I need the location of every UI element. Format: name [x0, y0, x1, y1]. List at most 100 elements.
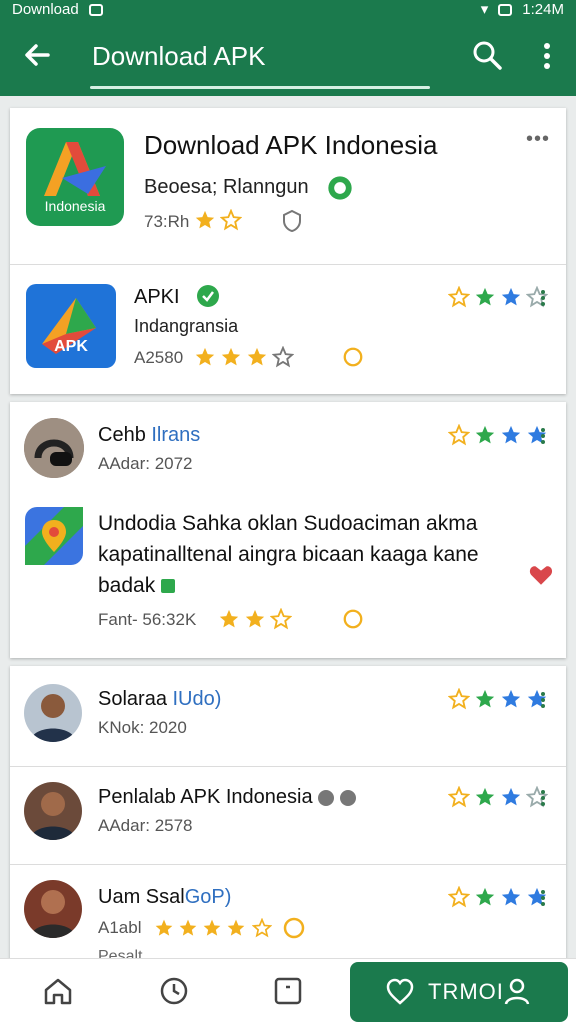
coin-icon: [283, 917, 305, 939]
reviewer-name: Cehb Ilrans: [98, 424, 200, 447]
reviewer-meta: AAdar: 2578: [98, 816, 193, 835]
notification-icon: [88, 4, 103, 16]
reviewer-name: Penlalab APK Indonesia: [98, 786, 356, 809]
star-icon: [501, 425, 521, 444]
badge-icon: [339, 789, 356, 806]
person-photo: [24, 684, 82, 742]
heart-icon: [386, 978, 414, 1005]
verified-badge-icon: [328, 176, 352, 200]
star-outline-icon: [448, 786, 470, 808]
reviewer-name: Solaraa IUdo): [98, 688, 221, 711]
star-icon: [203, 919, 221, 936]
home-icon[interactable]: [42, 975, 74, 1007]
reviewer-tag: GoP): [184, 886, 232, 908]
star-icon: [501, 287, 521, 306]
reviewer-list-card: Solaraa IUdo) KNok: 2020 Penlalab APK In…: [10, 666, 566, 966]
row-divider: [10, 766, 566, 767]
star-icon: [475, 425, 495, 444]
star-outline-icon: [220, 209, 242, 231]
apk-rating: [448, 286, 548, 308]
star-icon: [247, 347, 267, 366]
apk-subtitle: Indangransia: [134, 316, 239, 336]
app-logo[interactable]: Indonesia: [26, 128, 124, 226]
star-outline-icon: [272, 346, 294, 368]
star-icon: [221, 347, 241, 366]
status-left-text: Download: [12, 1, 79, 18]
reviewer-name-text: Cehb: [98, 424, 146, 446]
apk-meta: A2580: [134, 348, 184, 367]
app-bar-title: Download APK: [92, 41, 266, 71]
reviewer-tag: IUdo): [172, 688, 222, 710]
star-icon: [475, 887, 495, 906]
star-icon: [227, 919, 245, 936]
back-arrow-icon[interactable]: [20, 38, 54, 72]
star-icon: [475, 287, 495, 306]
review-body-line-3-text: badak: [98, 574, 156, 597]
reviewer-avatar[interactable]: [24, 684, 82, 742]
reviewer-rating: [448, 688, 548, 710]
apk-logo[interactable]: APK: [26, 284, 116, 368]
star-outline-icon: [448, 424, 470, 446]
app-header-card: Indonesia Download APK Indonesia ••• Beo…: [10, 108, 566, 394]
reaction-icon[interactable]: [528, 562, 554, 588]
review-body-line-1: Undodia Sahka oklan Sudoaciman akma: [98, 512, 478, 535]
coin-icon: [343, 609, 363, 629]
shield-icon: [283, 209, 301, 233]
history-icon[interactable]: [158, 975, 190, 1007]
apk-name: APKI: [134, 286, 180, 308]
search-icon[interactable]: [470, 38, 504, 72]
star-icon: [195, 347, 215, 366]
reviewer-name-text: Penlalab APK Indonesia: [98, 786, 313, 808]
reviewer-rating: [448, 786, 548, 808]
reviewer-more-icon[interactable]: [540, 690, 546, 710]
star-outline-icon: [252, 918, 272, 938]
apk-inline-stars: [194, 346, 294, 368]
wifi-icon: ▾: [480, 1, 489, 18]
person-photo: [24, 880, 82, 938]
app-logo-text: Indonesia: [44, 198, 106, 214]
apk-more-icon[interactable]: [540, 288, 546, 308]
more-options-icon[interactable]: •••: [526, 128, 550, 151]
review-more-icon[interactable]: [540, 426, 546, 446]
title-underline: [90, 86, 430, 89]
review-body: Undodia Sahka oklan Sudoaciman akma kapa…: [98, 508, 538, 601]
reviewer-meta: AAdar: 2072: [98, 454, 193, 473]
star-icon: [475, 787, 495, 806]
reviewer-name: Uam SsalGoP): [98, 886, 231, 909]
reviewer-more-icon[interactable]: [540, 788, 546, 808]
battery-icon: [498, 4, 513, 16]
reviewer-rating: [448, 886, 548, 908]
star-icon: [501, 689, 521, 708]
reviewer-avatar[interactable]: [24, 782, 82, 840]
reviewer-inline-stars: [154, 918, 246, 938]
inline-badge-icon: [161, 579, 176, 594]
reviewer-name-text: Uam Ssal: [98, 886, 185, 908]
primary-action-button[interactable]: TRMOI: [350, 962, 568, 1022]
library-icon[interactable]: [272, 975, 304, 1007]
review-card: Cehb Ilrans AAdar: 2072 Undodia Sahka ok…: [10, 402, 566, 658]
star-icon: [155, 919, 173, 936]
row-divider: [10, 864, 566, 865]
star-icon: [501, 887, 521, 906]
app-meta: 73:Rh: [144, 212, 190, 231]
reviewer-avatar[interactable]: [24, 418, 84, 478]
reviewer-name-text: Solaraa: [98, 688, 167, 710]
status-time: 1:24M: [522, 1, 564, 18]
app-subtitle: Beoesa; Rlanngun: [144, 176, 309, 198]
person-photo: [24, 782, 82, 840]
app-rating: [194, 209, 242, 231]
star-icon: [219, 609, 239, 628]
star-icon: [475, 689, 495, 708]
reviewer-avatar[interactable]: [24, 880, 82, 938]
primary-action-label: TRMOI: [428, 979, 504, 1004]
star-outline-icon: [448, 688, 470, 710]
headphones-graphic: [24, 418, 84, 478]
star-outline-icon: [448, 286, 470, 308]
star-icon: [179, 919, 197, 936]
review-body-line-3: badak: [98, 570, 538, 601]
reviewer-more-icon[interactable]: [540, 888, 546, 908]
person-icon: [504, 978, 530, 1005]
badge-icon: [318, 789, 335, 806]
overflow-menu-icon[interactable]: [534, 40, 560, 72]
app-bar: Download APK: [0, 20, 576, 96]
